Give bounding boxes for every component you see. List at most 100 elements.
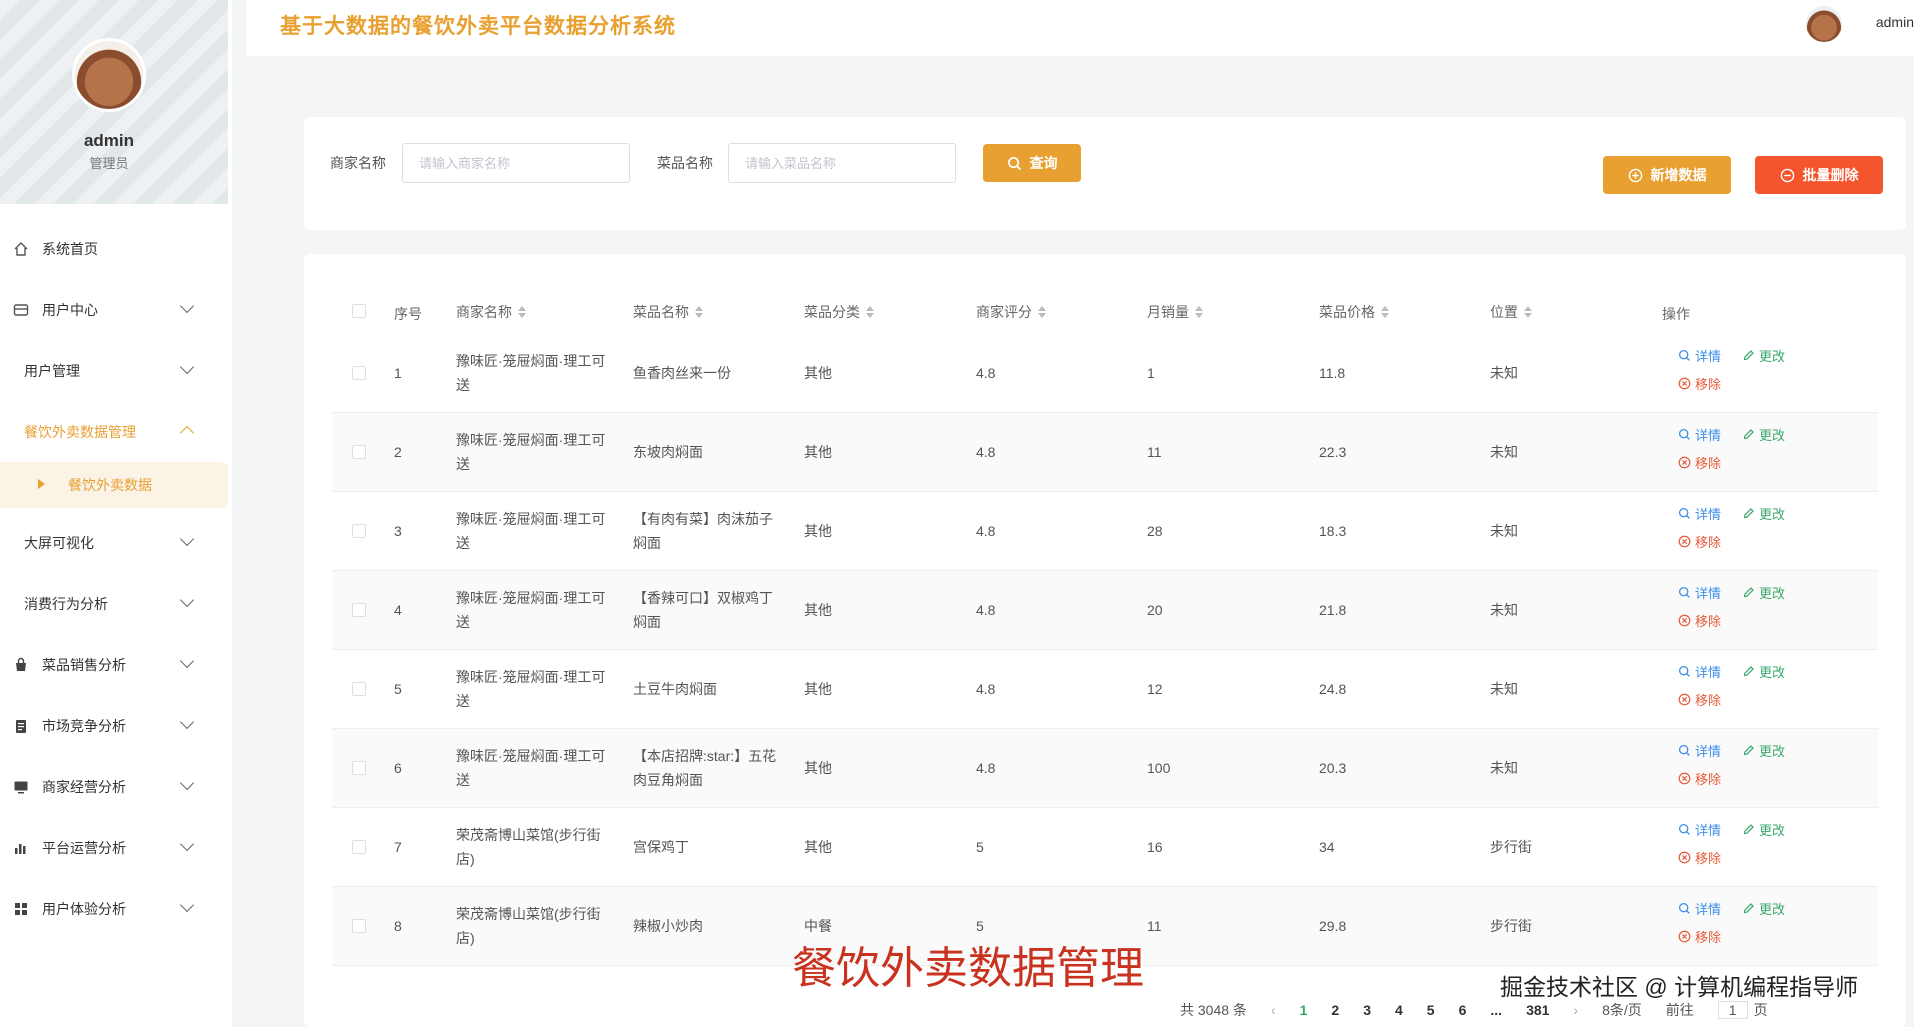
batch-delete-button[interactable]: 批量删除 bbox=[1755, 156, 1883, 194]
sidebar-item-user-management[interactable]: 用户管理 bbox=[0, 340, 228, 401]
select-all-checkbox[interactable] bbox=[352, 304, 366, 318]
detail-button[interactable]: 详情 bbox=[1678, 662, 1721, 681]
page-size-select[interactable]: 8条/页 bbox=[1602, 1000, 1642, 1020]
page-3[interactable]: 3 bbox=[1363, 1002, 1371, 1018]
edit-button[interactable]: 更改 bbox=[1742, 346, 1785, 365]
edit-button[interactable]: 更改 bbox=[1742, 583, 1785, 602]
row-category: 其他 bbox=[804, 681, 832, 697]
row-rating: 5 bbox=[976, 839, 984, 855]
minus-circle-icon bbox=[1780, 168, 1794, 182]
remove-button[interactable]: 移除 bbox=[1678, 690, 1721, 709]
page-5[interactable]: 5 bbox=[1427, 1002, 1435, 1018]
row-checkbox[interactable] bbox=[352, 524, 366, 538]
remove-button[interactable]: 移除 bbox=[1678, 611, 1721, 630]
col-header-merchant[interactable]: 商家名称 bbox=[456, 302, 526, 322]
edit-button[interactable]: 更改 bbox=[1742, 741, 1785, 760]
remove-button[interactable]: 移除 bbox=[1678, 532, 1721, 551]
table-row: 5 豫味匠·笼屉焖面·理工可送 土豆牛肉焖面 其他 4.8 12 24.8 未知 详情 更改 … bbox=[332, 650, 1878, 729]
detail-button[interactable]: 详情 bbox=[1678, 346, 1721, 365]
sidebar-item-user-experience[interactable]: 用户体验分析 bbox=[0, 878, 228, 939]
row-dish: 【本店招牌:star:】五花肉豆角焖面 bbox=[633, 748, 777, 788]
col-header-dish[interactable]: 菜品名称 bbox=[633, 302, 703, 322]
col-header-location[interactable]: 位置 bbox=[1490, 302, 1532, 322]
clipboard-icon bbox=[12, 717, 30, 735]
next-page-icon[interactable]: › bbox=[1573, 1002, 1578, 1018]
sidebar-item-dish-sales[interactable]: 菜品销售分析 bbox=[0, 634, 228, 695]
edit-button[interactable]: 更改 bbox=[1742, 504, 1785, 523]
row-no: 7 bbox=[394, 839, 402, 855]
row-checkbox[interactable] bbox=[352, 682, 366, 696]
row-checkbox[interactable] bbox=[352, 603, 366, 617]
sidebar-subitem-takeout-data[interactable]: 餐饮外卖数据 bbox=[0, 462, 228, 508]
remove-button[interactable]: 移除 bbox=[1678, 453, 1721, 472]
dish-name-label: 菜品名称 bbox=[657, 155, 713, 171]
add-data-button[interactable]: 新增数据 bbox=[1603, 156, 1731, 194]
row-merchant: 豫味匠·笼屉焖面·理工可送 bbox=[456, 353, 606, 393]
edit-button[interactable]: 更改 bbox=[1742, 820, 1785, 839]
close-circle-icon bbox=[1678, 693, 1691, 706]
remove-button[interactable]: 移除 bbox=[1678, 848, 1721, 867]
edit-button[interactable]: 更改 bbox=[1742, 425, 1785, 444]
row-dish: 鱼香肉丝来一份 bbox=[633, 365, 731, 381]
col-header-sales[interactable]: 月销量 bbox=[1147, 302, 1203, 322]
sidebar-item-label: 餐饮外卖数据管理 bbox=[24, 423, 136, 440]
remove-button[interactable]: 移除 bbox=[1678, 374, 1721, 393]
row-checkbox[interactable] bbox=[352, 919, 366, 933]
sidebar-item-platform-operation[interactable]: 平台运营分析 bbox=[0, 817, 228, 878]
col-header-price[interactable]: 菜品价格 bbox=[1319, 302, 1389, 322]
sidebar-menu: 系统首页 用户中心 用户管理 餐饮外卖数据管理 餐饮外卖数据 大屏可视化 消费行… bbox=[0, 218, 228, 939]
data-table: 序号 商家名称 菜品名称 菜品分类 商家评分 月销量 菜品价格 位置 操作 1 豫… bbox=[304, 254, 1906, 1027]
home-icon bbox=[12, 240, 30, 258]
remove-button[interactable]: 移除 bbox=[1678, 927, 1721, 946]
page-1[interactable]: 1 bbox=[1300, 1002, 1308, 1018]
sort-icon bbox=[1038, 306, 1046, 318]
page-last[interactable]: 381 bbox=[1526, 1002, 1549, 1018]
page-6[interactable]: 6 bbox=[1459, 1002, 1467, 1018]
remove-button[interactable]: 移除 bbox=[1678, 769, 1721, 788]
detail-button[interactable]: 详情 bbox=[1678, 741, 1721, 760]
row-checkbox[interactable] bbox=[352, 761, 366, 775]
bag-icon bbox=[12, 656, 30, 674]
detail-button[interactable]: 详情 bbox=[1678, 820, 1721, 839]
dish-name-input[interactable] bbox=[728, 143, 956, 183]
close-circle-icon bbox=[1678, 456, 1691, 469]
avatar[interactable] bbox=[72, 38, 146, 112]
page-ellipsis[interactable]: ... bbox=[1490, 1002, 1502, 1018]
current-user[interactable]: admin bbox=[1876, 14, 1914, 30]
search-icon bbox=[1678, 349, 1690, 361]
row-price: 24.8 bbox=[1319, 681, 1347, 697]
row-merchant: 豫味匠·笼屉焖面·理工可送 bbox=[456, 511, 606, 551]
prev-page-icon[interactable]: ‹ bbox=[1271, 1002, 1276, 1018]
page-2[interactable]: 2 bbox=[1331, 1002, 1339, 1018]
user-avatar[interactable] bbox=[1806, 6, 1842, 42]
sidebar-item-big-screen[interactable]: 大屏可视化 bbox=[0, 512, 228, 573]
page-4[interactable]: 4 bbox=[1395, 1002, 1403, 1018]
col-header-no: 序号 bbox=[394, 306, 422, 322]
detail-button[interactable]: 详情 bbox=[1678, 425, 1721, 444]
edit-button[interactable]: 更改 bbox=[1742, 899, 1785, 918]
chevron-down-icon bbox=[179, 653, 195, 669]
row-checkbox[interactable] bbox=[352, 445, 366, 459]
sidebar-item-merchant-operation[interactable]: 商家经营分析 bbox=[0, 756, 228, 817]
goto-input[interactable]: 1 bbox=[1717, 1001, 1748, 1019]
page-suffix: 页 bbox=[1753, 1002, 1768, 1018]
row-checkbox[interactable] bbox=[352, 366, 366, 380]
sidebar-item-home[interactable]: 系统首页 bbox=[0, 218, 228, 279]
sidebar: admin 管理员 系统首页 用户中心 用户管理 餐饮外卖数据管理 餐饮外卖数据 bbox=[0, 0, 232, 1027]
close-circle-icon bbox=[1678, 930, 1691, 943]
sidebar-item-market-competition[interactable]: 市场竞争分析 bbox=[0, 695, 228, 756]
detail-button[interactable]: 详情 bbox=[1678, 583, 1721, 602]
detail-button[interactable]: 详情 bbox=[1678, 899, 1721, 918]
table-row: 2 豫味匠·笼屉焖面·理工可送 东坡肉焖面 其他 4.8 11 22.3 未知 详情 更改 移… bbox=[332, 413, 1878, 492]
merchant-name-input[interactable] bbox=[402, 143, 630, 183]
detail-button[interactable]: 详情 bbox=[1678, 504, 1721, 523]
query-button[interactable]: 查询 bbox=[983, 144, 1081, 182]
edit-button[interactable]: 更改 bbox=[1742, 662, 1785, 681]
col-header-rating[interactable]: 商家评分 bbox=[976, 302, 1046, 322]
col-header-category[interactable]: 菜品分类 bbox=[804, 302, 874, 322]
pagination-total: 共 3048 条 bbox=[1180, 1002, 1247, 1018]
sidebar-item-takeout-data-management[interactable]: 餐饮外卖数据管理 bbox=[0, 401, 228, 462]
row-checkbox[interactable] bbox=[352, 840, 366, 854]
sidebar-item-consumer-behavior[interactable]: 消费行为分析 bbox=[0, 573, 228, 634]
sidebar-item-user-center[interactable]: 用户中心 bbox=[0, 279, 228, 340]
